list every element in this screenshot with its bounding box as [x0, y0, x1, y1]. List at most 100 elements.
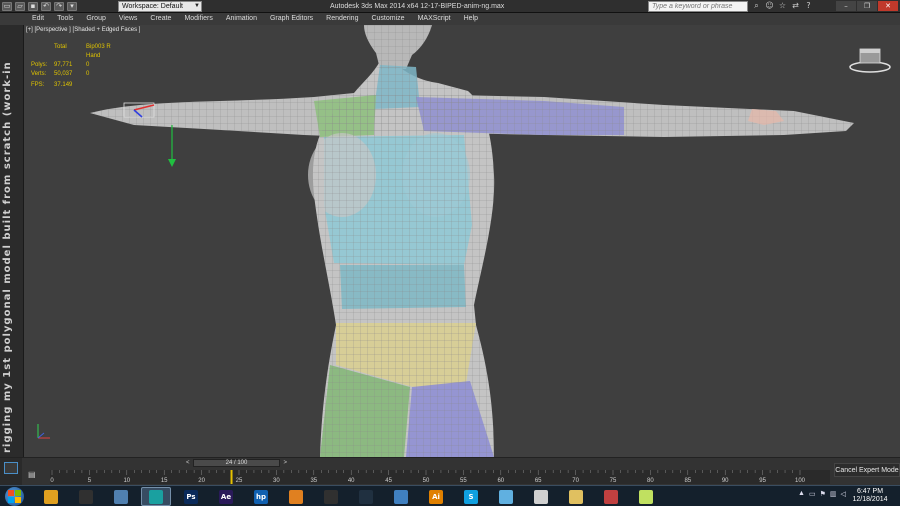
ruler-label: 70 [572, 478, 579, 484]
taskbar-app-pictures[interactable] [596, 487, 626, 506]
vertical-caption: rigging my 1st polygonal model built fro… [2, 63, 13, 453]
cancel-expert-mode-button[interactable]: Cancel Expert Mode [834, 463, 900, 477]
clock-time: 6:47 PM [856, 488, 884, 495]
taskbar-app-after-effects[interactable]: Ae [211, 487, 241, 506]
taskbar-app-hp[interactable]: hp [246, 487, 276, 506]
menu-group[interactable]: Group [86, 13, 105, 25]
quick-access-toolbar: ▭ ▱ ▪ ↶ ↷ ▾ [2, 1, 77, 12]
save-icon[interactable]: ▪ [28, 2, 38, 11]
ruler-label: 85 [684, 478, 691, 484]
restore-button[interactable]: ❐ [857, 1, 877, 11]
open-folder-icon[interactable]: ▱ [15, 2, 25, 11]
taskbar-app-filmstrip[interactable] [631, 487, 661, 506]
fps-label: FPS: [31, 82, 45, 88]
ruler-label: 80 [647, 478, 654, 484]
viewcube-icon[interactable] [846, 45, 894, 75]
timeline-panel: ▤ < 24 / 100 > 0 5 10 15 20 25 30 35 40 45 50 55 60 6… [0, 457, 900, 486]
menu-create[interactable]: Create [150, 13, 171, 25]
battery-icon[interactable]: ▭ [809, 490, 816, 498]
close-button[interactable]: ✕ [878, 1, 898, 11]
flag-icon[interactable]: ⚑ [820, 490, 826, 498]
taskbar-app-3dsmax[interactable] [141, 487, 171, 506]
taskbar-app-steam[interactable] [351, 487, 381, 506]
undo-icon[interactable]: ↶ [41, 2, 51, 11]
taskbar-app-chrome[interactable] [36, 487, 66, 506]
stats-polys-selection: 0 [86, 62, 90, 68]
search-input[interactable] [648, 1, 748, 12]
info-center-toolbar: ⌕ ☺ ☆ ⇄ ? [752, 1, 813, 11]
taskbar-app-skype[interactable]: S [456, 487, 486, 506]
perspective-viewport[interactable]: [+] [Perspective ] [Shaded + Edged Faces… [24, 25, 900, 457]
3dsmax-icon [149, 489, 163, 504]
time-slider-prev-icon[interactable]: < [186, 460, 190, 466]
ruler-label: 50 [423, 478, 430, 484]
volume-icon[interactable]: ◁ [840, 490, 845, 498]
pictures-icon [604, 489, 618, 504]
taskbar-app-illustrator[interactable]: Ai [421, 487, 451, 506]
finder-icon [114, 489, 128, 504]
ruler-label: 40 [348, 478, 355, 484]
menu-graph-editors[interactable]: Graph Editors [270, 13, 313, 25]
viewport-label[interactable]: [+] [Perspective ] [Shaded + Edged Faces… [26, 27, 140, 33]
track-bar-ruler[interactable]: 0 5 10 15 20 25 30 35 40 45 50 55 60 65 70 75 80 85 90 95 10… [50, 470, 830, 484]
ruler-label: 90 [722, 478, 729, 484]
user-icon[interactable]: ☺ [765, 1, 774, 11]
taskbar-app-media-player[interactable] [281, 487, 311, 506]
system-tray: ▲ ▭ ⚑ ▥ ◁ [798, 490, 846, 498]
taskbar-clock[interactable]: 6:47 PM 12/18/2014 [848, 488, 892, 504]
ruler-label: 95 [759, 478, 766, 484]
time-slider-next-icon[interactable]: > [283, 460, 287, 466]
viewport-layout-icon[interactable] [4, 462, 18, 474]
redo-icon[interactable]: ↷ [54, 2, 64, 11]
ruler-label: 20 [198, 478, 205, 484]
menu-views[interactable]: Views [119, 13, 138, 25]
time-slider[interactable]: < 24 / 100 > [186, 459, 287, 467]
menu-maxscript[interactable]: MAXScript [418, 13, 451, 25]
minimize-button[interactable]: – [836, 1, 856, 11]
help-icon[interactable]: ? [804, 1, 813, 11]
windows-taskbar: Ps Ae hp Ai S ▲ ▭ ⚑ ▥ ◁ 6:47 PM 12/18/2014 [0, 485, 900, 506]
hp-icon: hp [254, 489, 268, 504]
menu-help[interactable]: Help [464, 13, 478, 25]
taskbar-app-notepad[interactable] [526, 487, 556, 506]
ruler-label: 75 [610, 478, 617, 484]
menu-tools[interactable]: Tools [57, 13, 73, 25]
workspace-dropdown[interactable]: Workspace: Default ▼ [118, 1, 202, 12]
new-file-icon[interactable]: ▭ [2, 2, 12, 11]
menu-animation[interactable]: Animation [226, 13, 257, 25]
stats-verts-label: Verts: [31, 71, 47, 77]
start-button[interactable] [5, 487, 24, 506]
notepad-icon [534, 489, 548, 504]
character-mesh[interactable] [24, 25, 900, 457]
current-frame-marker[interactable] [230, 470, 233, 484]
menu-customize[interactable]: Customize [371, 13, 404, 25]
taskbar-app-console[interactable] [316, 487, 346, 506]
exchange-icon[interactable]: ⇄ [791, 1, 800, 11]
taskbar-app-finder[interactable] [106, 487, 136, 506]
ruler-label: 35 [310, 478, 317, 484]
skype-icon: S [464, 489, 478, 504]
star-icon[interactable]: ☆ [778, 1, 787, 11]
stats-verts-total: 50,037 [54, 71, 73, 77]
ruler-label: 0 [50, 478, 54, 484]
ruler-label: 5 [88, 478, 92, 484]
tray-expand-icon[interactable]: ▲ [798, 490, 805, 498]
track-bar[interactable]: 0 5 10 15 20 25 30 35 40 45 50 55 60 65 70 75 80 85 90 95 10… [50, 470, 830, 484]
taskbar-app-unity[interactable] [71, 487, 101, 506]
settings-icon[interactable]: ▾ [67, 2, 77, 11]
mini-curve-editor-icon[interactable]: ▤ [28, 470, 42, 482]
search-icon[interactable]: ⌕ [752, 1, 761, 11]
taskbar-app-network[interactable] [386, 487, 416, 506]
menu-rendering[interactable]: Rendering [326, 13, 358, 25]
ruler-label: 45 [385, 478, 392, 484]
taskbar-app-photoshop[interactable]: Ps [176, 487, 206, 506]
stats-header-blank [31, 43, 54, 61]
network-icon[interactable]: ▥ [830, 490, 837, 498]
taskbar-app-documents[interactable] [491, 487, 521, 506]
clock-date: 12/18/2014 [852, 496, 888, 503]
taskbar-app-folder[interactable] [561, 487, 591, 506]
menu-edit[interactable]: Edit [32, 13, 44, 25]
ruler-label: 15 [161, 478, 168, 484]
menu-modifiers[interactable]: Modifiers [184, 13, 212, 25]
chrome-icon [44, 489, 58, 504]
